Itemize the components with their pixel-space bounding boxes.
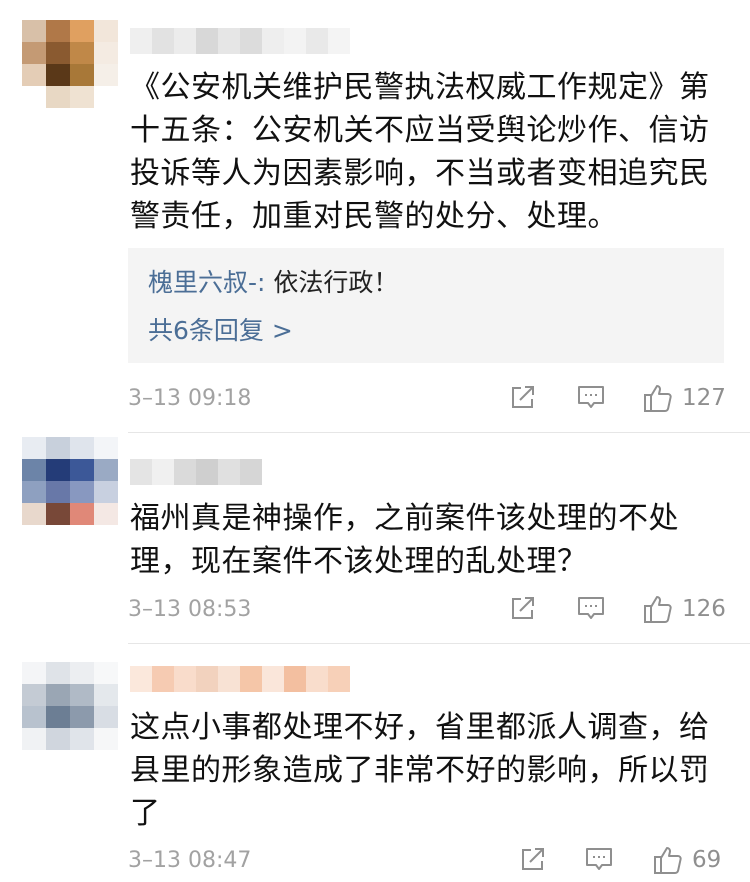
thumbs-up-icon [642,382,674,414]
comment-text: 福州真是神操作，之前案件该处理的不处理，现在案件不该处理的乱处理？ [130,501,679,579]
comment-text: 《公安机关维护民警执法权威工作规定》第十五条：公安机关不应当受舆论炒作、信访投诉… [130,70,710,234]
reply-preview[interactable]: 槐里六叔-: 依法行政！ 共6条回复 > [128,248,724,363]
like-button[interactable]: 126 [642,593,726,625]
like-button[interactable]: 127 [642,382,726,414]
comment-meta: 3–13 08:47 69 [128,844,728,878]
reply-author[interactable]: 槐里六叔-: [148,268,265,297]
reply-text: 依法行政！ [273,268,399,297]
avatar[interactable] [22,20,118,108]
like-count: 69 [692,847,722,873]
reply-line: 槐里六叔-: 依法行政！ [148,268,398,298]
timestamp: 3–13 08:47 [128,848,252,873]
comment-meta: 3–13 08:53 126 [128,593,728,627]
comment-icon[interactable] [584,844,614,874]
view-replies-link[interactable]: 共6条回复 > [148,316,293,346]
thumbs-up-icon [642,593,674,625]
like-count: 126 [682,596,726,622]
comment-item: 《公安机关维护民警执法权威工作规定》第十五条：公安机关不应当受舆论炒作、信访投诉… [0,0,750,432]
timestamp: 3–13 08:53 [128,597,252,622]
share-icon[interactable] [508,593,538,623]
username[interactable] [130,459,262,485]
comment-icon[interactable] [576,382,606,412]
thumbs-up-icon [652,844,684,876]
comment-meta: 3–13 09:18 127 [128,382,728,416]
like-button[interactable]: 69 [652,844,721,876]
timestamp: 3–13 09:18 [128,386,252,411]
share-icon[interactable] [518,844,548,874]
comment-item: 福州真是神操作，之前案件该处理的不处理，现在案件不该处理的乱处理？ 3–13 0… [0,433,750,643]
avatar[interactable] [22,662,118,750]
like-count: 127 [682,385,726,411]
username[interactable] [130,28,350,54]
username[interactable] [130,666,350,692]
share-icon[interactable] [508,382,538,412]
comment-icon[interactable] [576,593,606,623]
avatar[interactable] [22,437,118,525]
comment-item: 这点小事都处理不好，省里都派人调查，给县里的形象造成了非常不好的影响，所以罚了 … [0,644,750,882]
comment-text: 这点小事都处理不好，省里都派人调查，给县里的形象造成了非常不好的影响，所以罚了 [130,710,710,831]
